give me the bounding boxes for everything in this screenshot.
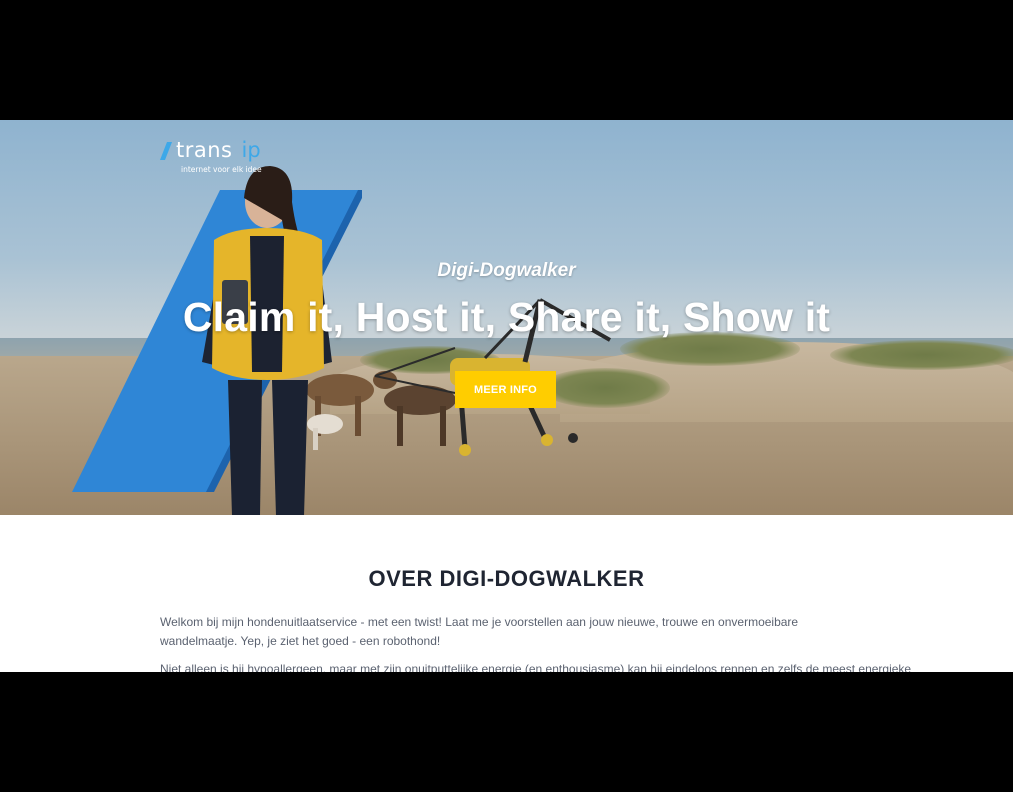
dune-grass: [830, 340, 1013, 370]
dog-leg: [397, 406, 403, 446]
logo-slash-icon: [160, 141, 172, 160]
logo-tagline: internet voor elk idee: [181, 165, 262, 174]
logo-wordmark: trans ip: [160, 140, 262, 161]
meer-info-button[interactable]: MEER INFO: [455, 371, 556, 408]
transip-logo[interactable]: trans ip internet voor elk idee: [160, 140, 262, 174]
about-section-title: OVER DIGI-DOGWALKER: [368, 566, 645, 591]
leash: [374, 347, 456, 377]
page-viewport: trans ip internet voor elk idee Digi-Dog…: [0, 120, 1013, 672]
about-paragraph: Niet alleen is hij hypoallergeen, maar m…: [160, 662, 912, 672]
person-leg: [272, 380, 308, 515]
person-leg: [228, 380, 262, 515]
about-paragraph: Welkom bij mijn hondenuitlaatservice - m…: [160, 615, 799, 648]
logo-brand-accent: ip: [241, 138, 261, 162]
robot-foot: [459, 444, 471, 456]
logo-brand-main: trans: [176, 138, 233, 162]
dog-leg: [440, 406, 446, 446]
hero-banner: trans ip internet voor elk idee Digi-Dog…: [0, 120, 1013, 515]
robot-foot: [541, 434, 553, 446]
robot-foot: [568, 433, 578, 443]
hero-title: Claim it, Host it, Share it, Show it: [182, 294, 831, 340]
hero-text-block: Digi-Dogwalker Claim it, Host it, Share …: [0, 260, 1013, 341]
dog-leg: [355, 396, 361, 436]
hero-subtitle: Digi-Dogwalker: [437, 260, 576, 281]
